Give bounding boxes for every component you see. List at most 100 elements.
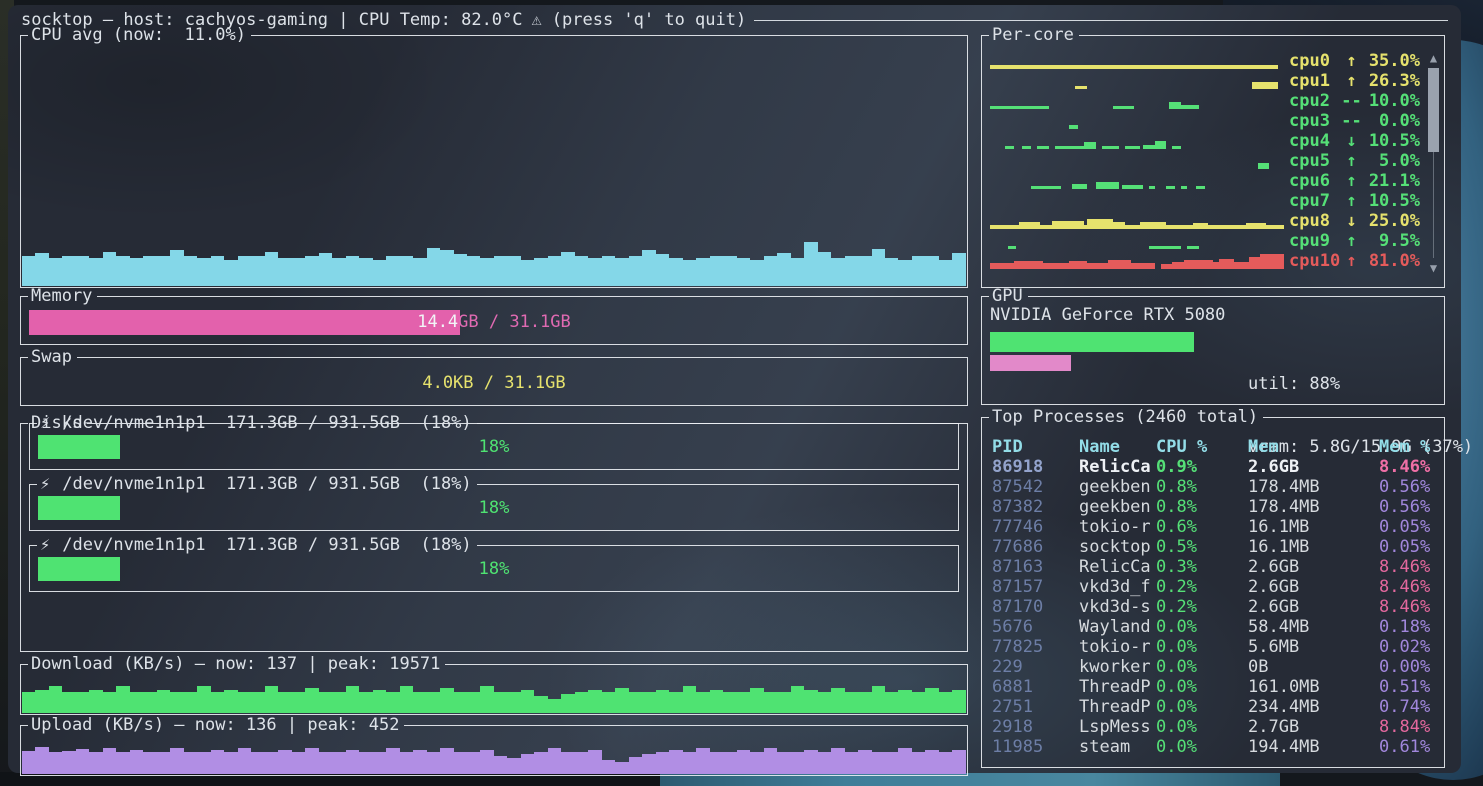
- process-row: 11985steam0.0%194.4MB0.61%: [982, 737, 1438, 757]
- process-table-header: PID Name CPU % Mem Mem %: [982, 437, 1438, 457]
- history-bar: [143, 692, 156, 713]
- history-bar: [278, 750, 291, 774]
- history-bar: [521, 260, 534, 286]
- spark-segment: [1219, 259, 1234, 269]
- core-trend-icon: ↑: [1341, 51, 1362, 71]
- process-cpu: 0.2%: [1156, 597, 1248, 617]
- process-name: vkd3d_f: [1079, 577, 1156, 597]
- history-bar: [49, 686, 62, 713]
- gpu-vram-bar: [990, 355, 1071, 371]
- spark-segment: [1166, 186, 1175, 189]
- per-core-title: Per-core: [989, 25, 1079, 45]
- spark-segment: [1052, 221, 1084, 229]
- core-label: cpu5↑5.0%: [1289, 151, 1420, 171]
- disk-usage-label: 18%: [479, 557, 510, 581]
- process-pid: 87163: [992, 557, 1079, 577]
- process-mem: 234.4MB: [1248, 697, 1379, 717]
- spark-segment: [1102, 146, 1120, 149]
- history-bar: [49, 258, 62, 286]
- upload-title: Upload (KB/s) — now: 136 | peak: 452: [28, 715, 404, 735]
- spark-segment: [1031, 186, 1060, 189]
- history-bar: [480, 686, 493, 713]
- spark-segment: [1022, 146, 1031, 149]
- process-mem-pct: 0.02%: [1379, 637, 1438, 657]
- process-cpu: 0.9%: [1156, 457, 1248, 477]
- history-bar: [777, 692, 790, 713]
- history-bar: [575, 692, 588, 713]
- history-bar: [157, 690, 170, 713]
- process-mem: 194.4MB: [1248, 737, 1379, 757]
- history-bar: [831, 258, 844, 286]
- process-row: 2918LspMess0.0%2.7GB8.84%: [982, 717, 1438, 737]
- process-mem: 2.6GB: [1248, 457, 1379, 477]
- history-bar: [197, 752, 210, 774]
- process-mem: 2.6GB: [1248, 557, 1379, 577]
- history-bar: [49, 752, 62, 774]
- history-bar: [507, 692, 520, 713]
- core-usage-value: 81.0%: [1362, 251, 1420, 271]
- process-row: 87382geekben0.8%178.4MB0.56%: [982, 497, 1438, 517]
- swap-usage-label: 4.0KB / 31.1GB: [422, 371, 565, 396]
- scroll-up-icon[interactable]: ▲: [1430, 51, 1437, 65]
- history-bar: [373, 260, 386, 286]
- scrollbar-thumb[interactable]: [1428, 68, 1439, 152]
- swap-gauge: 4.0KB / 31.1GB: [29, 371, 959, 396]
- spark-segment: [1069, 261, 1087, 269]
- scroll-down-icon[interactable]: ▼: [1430, 261, 1437, 275]
- spark-segment: [1014, 261, 1043, 269]
- disk-usage-gauge: 18%: [38, 496, 950, 520]
- history-bar: [804, 242, 817, 286]
- history-bar: [386, 748, 399, 774]
- history-bar: [413, 258, 426, 286]
- history-bar: [629, 256, 642, 286]
- history-bar: [346, 686, 359, 713]
- download-title: Download (KB/s) — now: 137 | peak: 19571: [28, 654, 445, 674]
- top-processes-panel-header: Top Processes (2460 total): [982, 407, 1444, 427]
- history-bar: [373, 752, 386, 774]
- disk-usage-fill: [38, 496, 120, 520]
- history-bar: [400, 256, 413, 286]
- per-core-scrollbar[interactable]: ▲ ▼: [1427, 51, 1440, 275]
- core-name: cpu1: [1289, 71, 1341, 91]
- per-core-panel-header: Per-core: [982, 25, 1444, 45]
- core-row: cpu5↑5.0%: [990, 151, 1420, 171]
- memory-panel: Memory 14.4GB / 31.1GB: [20, 296, 968, 345]
- spark-segment: [1155, 141, 1167, 149]
- upload-panel-header: Upload (KB/s) — now: 136 | peak: 452: [21, 715, 967, 735]
- scrollbar-track[interactable]: [1427, 68, 1440, 258]
- process-mem: 58.4MB: [1248, 617, 1379, 637]
- history-bar: [656, 254, 669, 286]
- history-bar: [885, 752, 898, 774]
- history-bar: [507, 256, 520, 286]
- process-mem-pct: 8.46%: [1379, 577, 1438, 597]
- history-bar: [710, 690, 723, 713]
- process-pid: 2918: [992, 717, 1079, 737]
- history-bar: [737, 258, 750, 286]
- history-bar: [588, 750, 601, 774]
- history-bar: [22, 256, 35, 286]
- history-bar: [777, 752, 790, 774]
- history-bar: [642, 250, 655, 286]
- core-name: cpu2: [1289, 91, 1341, 111]
- history-bar: [561, 252, 574, 286]
- core-usage-value: 35.0%: [1362, 51, 1420, 71]
- history-bar: [872, 686, 885, 713]
- core-label: cpu3--0.0%: [1289, 111, 1420, 131]
- history-bar: [440, 748, 453, 774]
- spark-segment: [1258, 163, 1270, 169]
- spark-segment: [1087, 219, 1113, 229]
- history-bar: [858, 750, 871, 774]
- history-bar: [116, 256, 129, 286]
- history-bar: [332, 692, 345, 713]
- process-row: 87170vkd3d-s0.2%2.6GB8.46%: [982, 597, 1438, 617]
- history-bar: [669, 692, 682, 713]
- history-bar: [696, 748, 709, 774]
- history-bar: [952, 750, 965, 774]
- process-mem: 2.6GB: [1248, 597, 1379, 617]
- process-pid: 5676: [992, 617, 1079, 637]
- process-pid: 77686: [992, 537, 1079, 557]
- process-pid: 229: [992, 657, 1079, 677]
- spark-segment: [1096, 182, 1120, 189]
- spark-segment: [1260, 254, 1284, 269]
- history-bar: [76, 692, 89, 713]
